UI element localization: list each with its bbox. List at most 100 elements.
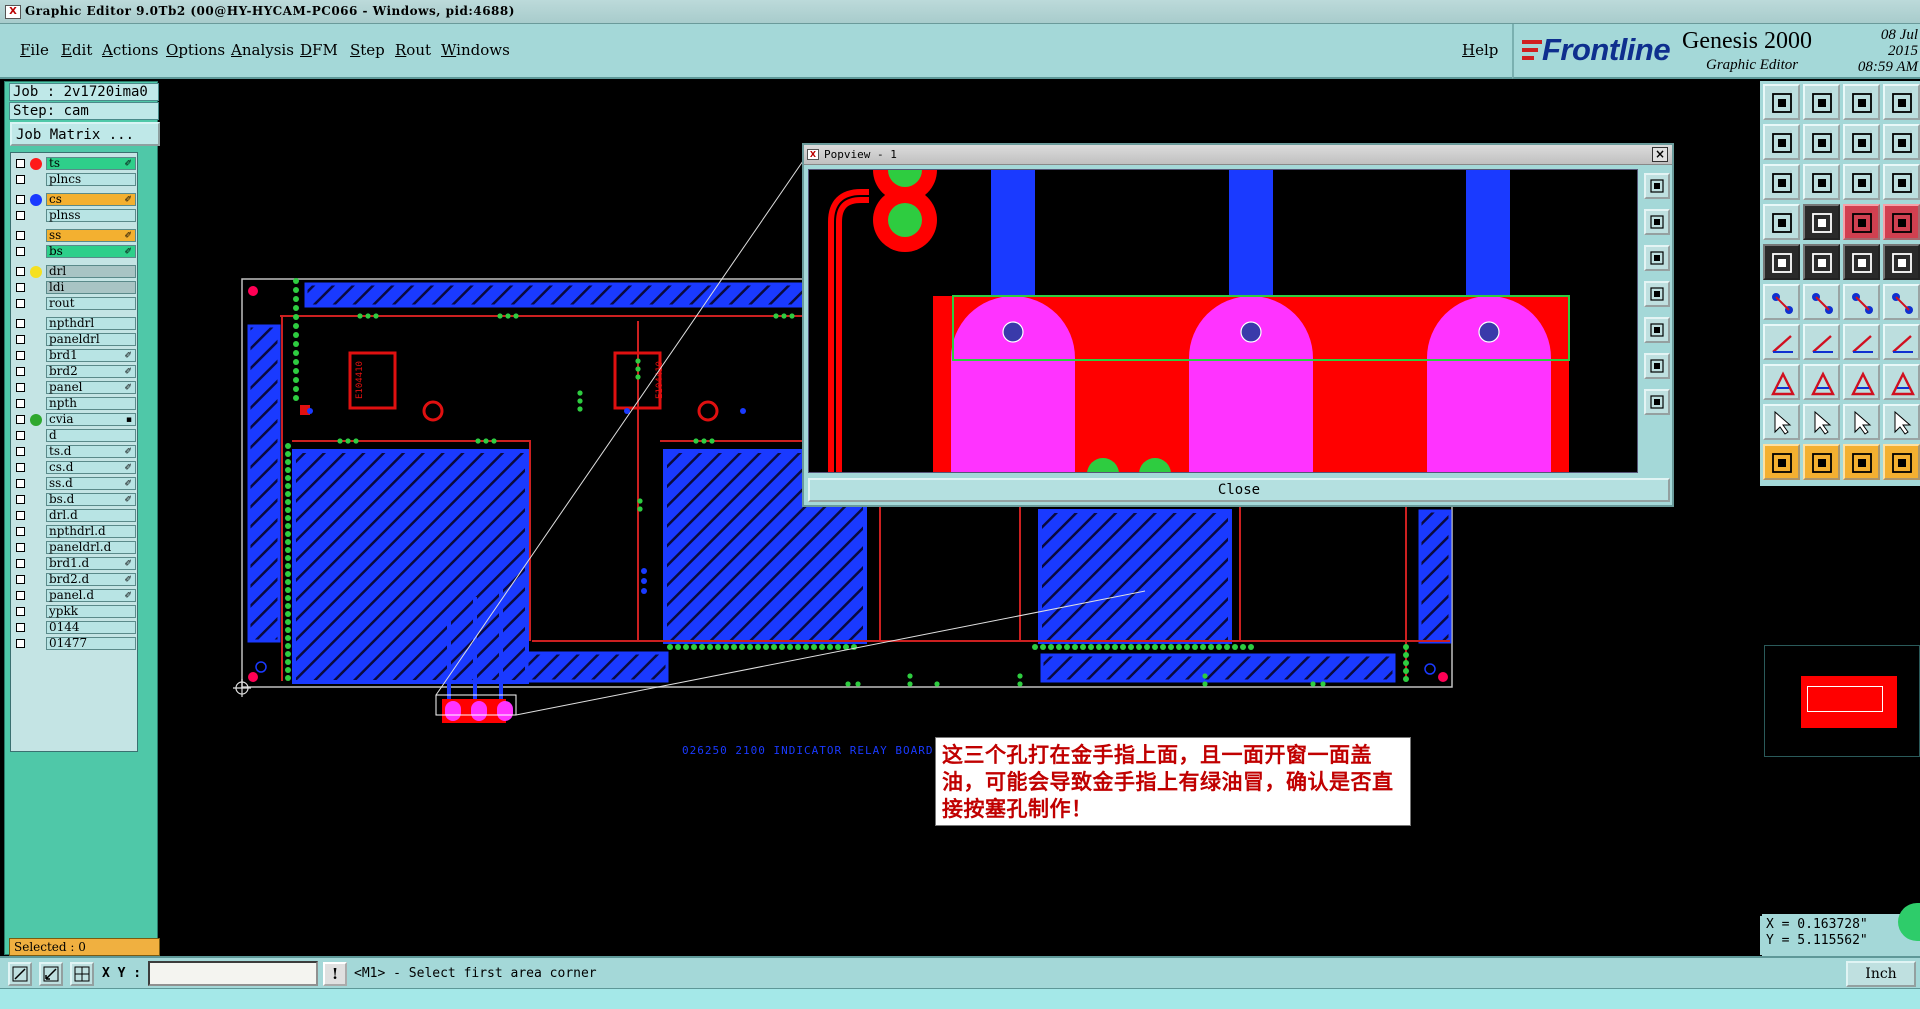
move-left-icon[interactable] — [1763, 124, 1800, 160]
zoom-area-icon[interactable] — [1644, 389, 1670, 415]
layer-row-brd1.d[interactable]: brd1.d ✐ — [14, 557, 136, 571]
snap-icon[interactable] — [1883, 124, 1920, 160]
layer-row-ypkk[interactable]: ypkk — [14, 605, 136, 619]
zoom-out-icon[interactable] — [1644, 245, 1670, 271]
draw-arc-icon[interactable] — [1803, 324, 1840, 360]
menu-dfm[interactable]: DFM — [300, 41, 338, 59]
job-matrix-button[interactable]: Job Matrix ... — [10, 122, 160, 146]
layer-name[interactable]: plnss — [46, 209, 136, 222]
fillet-icon[interactable] — [1883, 324, 1920, 360]
layer-checkbox[interactable] — [16, 479, 25, 488]
layer-name[interactable]: 0144 — [46, 621, 136, 634]
node-icon[interactable] — [1763, 284, 1800, 320]
layer-checkbox[interactable] — [16, 559, 25, 568]
layer-checkbox[interactable] — [16, 267, 25, 276]
layer-checkbox[interactable] — [16, 607, 25, 616]
layer-name[interactable]: d — [46, 429, 136, 442]
layer-row-cs[interactable]: cs ✐ — [14, 193, 136, 207]
layer-checkbox[interactable] — [16, 447, 25, 456]
menu-rout[interactable]: Rout — [395, 41, 431, 59]
layer-color-dot[interactable] — [30, 158, 42, 170]
layer-name[interactable]: ldi — [46, 281, 136, 294]
menu-analysis[interactable]: Analysis — [231, 41, 294, 59]
popview-close-button[interactable]: Close — [808, 478, 1670, 502]
popview-close-icon[interactable]: × — [1652, 147, 1668, 162]
layer-checkbox[interactable] — [16, 231, 25, 240]
layer-checkbox[interactable] — [16, 463, 25, 472]
pad-icon[interactable] — [1803, 204, 1840, 240]
layer-name[interactable]: cvia ▪ — [46, 413, 136, 426]
xy-input[interactable] — [148, 961, 318, 986]
layer-row-brd2.d[interactable]: brd2.d ✐ — [14, 573, 136, 587]
layer-name[interactable]: ss.d ✐ — [46, 477, 136, 490]
layer-checkbox[interactable] — [16, 543, 25, 552]
layer-row-rout[interactable]: rout — [14, 297, 136, 311]
app-x-icon[interactable]: X — [5, 5, 21, 19]
triangle-hatch-icon[interactable] — [1883, 404, 1920, 440]
layer-checkbox[interactable] — [16, 591, 25, 600]
menu-edit[interactable]: Edit — [61, 41, 92, 59]
scale-1-2-icon[interactable] — [1843, 164, 1880, 200]
net-icon[interactable] — [1843, 204, 1880, 240]
tag-icon[interactable] — [1883, 364, 1920, 400]
layer-row-ss.d[interactable]: ss.d ✐ — [14, 477, 136, 491]
layer-checkbox[interactable] — [16, 195, 25, 204]
layer-name[interactable]: cs.d ✐ — [46, 461, 136, 474]
layer-name[interactable]: bs.d ✐ — [46, 493, 136, 506]
layer-name[interactable]: panel.d ✐ — [46, 589, 136, 602]
popview-x-icon[interactable]: X — [807, 149, 819, 160]
cd-icon[interactable] — [1763, 204, 1800, 240]
arc-connect-icon[interactable] — [1843, 284, 1880, 320]
menu-windows[interactable]: Windows — [441, 41, 510, 59]
layer-color-dot[interactable] — [30, 414, 42, 426]
layer-row-brd2[interactable]: brd2 ✐ — [14, 365, 136, 379]
layer-row-d[interactable]: d — [14, 429, 136, 443]
layer-checkbox[interactable] — [16, 367, 25, 376]
units-button[interactable]: Inch — [1846, 961, 1916, 987]
layer-checkbox[interactable] — [16, 211, 25, 220]
layer-checkbox[interactable] — [16, 351, 25, 360]
layer-row-cvia[interactable]: cvia ▪ — [14, 413, 136, 427]
mark-icon[interactable] — [1763, 364, 1800, 400]
layer-name[interactable]: 01477 — [46, 637, 136, 650]
pointer-resize-icon[interactable] — [1883, 444, 1920, 480]
home-view-icon[interactable] — [1843, 84, 1880, 120]
layer-row-cs.d[interactable]: cs.d ✐ — [14, 461, 136, 475]
menu-help[interactable]: Help — [1462, 41, 1498, 59]
pan-right-icon[interactable] — [1644, 317, 1670, 343]
layer-row-npthdrl[interactable]: npthdrl — [14, 317, 136, 331]
layer-row-plnss[interactable]: plnss — [14, 209, 136, 223]
layer-checkbox[interactable] — [16, 247, 25, 256]
layer-row-paneldrl[interactable]: paneldrl — [14, 333, 136, 347]
draw-line-icon[interactable] — [1763, 324, 1800, 360]
layer-checkbox[interactable] — [16, 283, 25, 292]
mirror-icon[interactable] — [1843, 124, 1880, 160]
layer-name[interactable]: drl.d — [46, 509, 136, 522]
layer-checkbox[interactable] — [16, 299, 25, 308]
layer-checkbox[interactable] — [16, 319, 25, 328]
layer-row-npthdrl.d[interactable]: npthdrl.d — [14, 525, 136, 539]
layer-checkbox[interactable] — [16, 623, 25, 632]
dimension-icon[interactable] — [1843, 364, 1880, 400]
layer-name[interactable]: panel ✐ — [46, 381, 136, 394]
pan-left-icon[interactable] — [1644, 281, 1670, 307]
pointer-icon[interactable] — [1763, 444, 1800, 480]
menu-file[interactable]: File — [20, 41, 49, 59]
layer-name[interactable]: brd1 ✐ — [46, 349, 136, 362]
layer-color-dot[interactable] — [30, 266, 42, 278]
pointer-select-icon[interactable] — [1803, 444, 1840, 480]
menu-actions[interactable]: Actions — [102, 41, 158, 59]
pointer-move-icon[interactable] — [1843, 444, 1880, 480]
layer-row-ldi[interactable]: ldi — [14, 281, 136, 295]
layer-name[interactable]: paneldrl.d — [46, 541, 136, 554]
layer-checkbox[interactable] — [16, 431, 25, 440]
triangle-icon[interactable] — [1763, 404, 1800, 440]
layer-name[interactable]: ss ✐ — [46, 229, 136, 242]
menu-step[interactable]: Step — [350, 41, 385, 59]
target-icon[interactable] — [1883, 244, 1920, 280]
layer-name[interactable]: npthdrl.d — [46, 525, 136, 538]
layer-checkbox[interactable] — [16, 399, 25, 408]
fit-board-icon[interactable] — [1803, 164, 1840, 200]
layer-name[interactable]: drl — [46, 265, 136, 278]
layer-row-01477[interactable]: 01477 — [14, 637, 136, 651]
